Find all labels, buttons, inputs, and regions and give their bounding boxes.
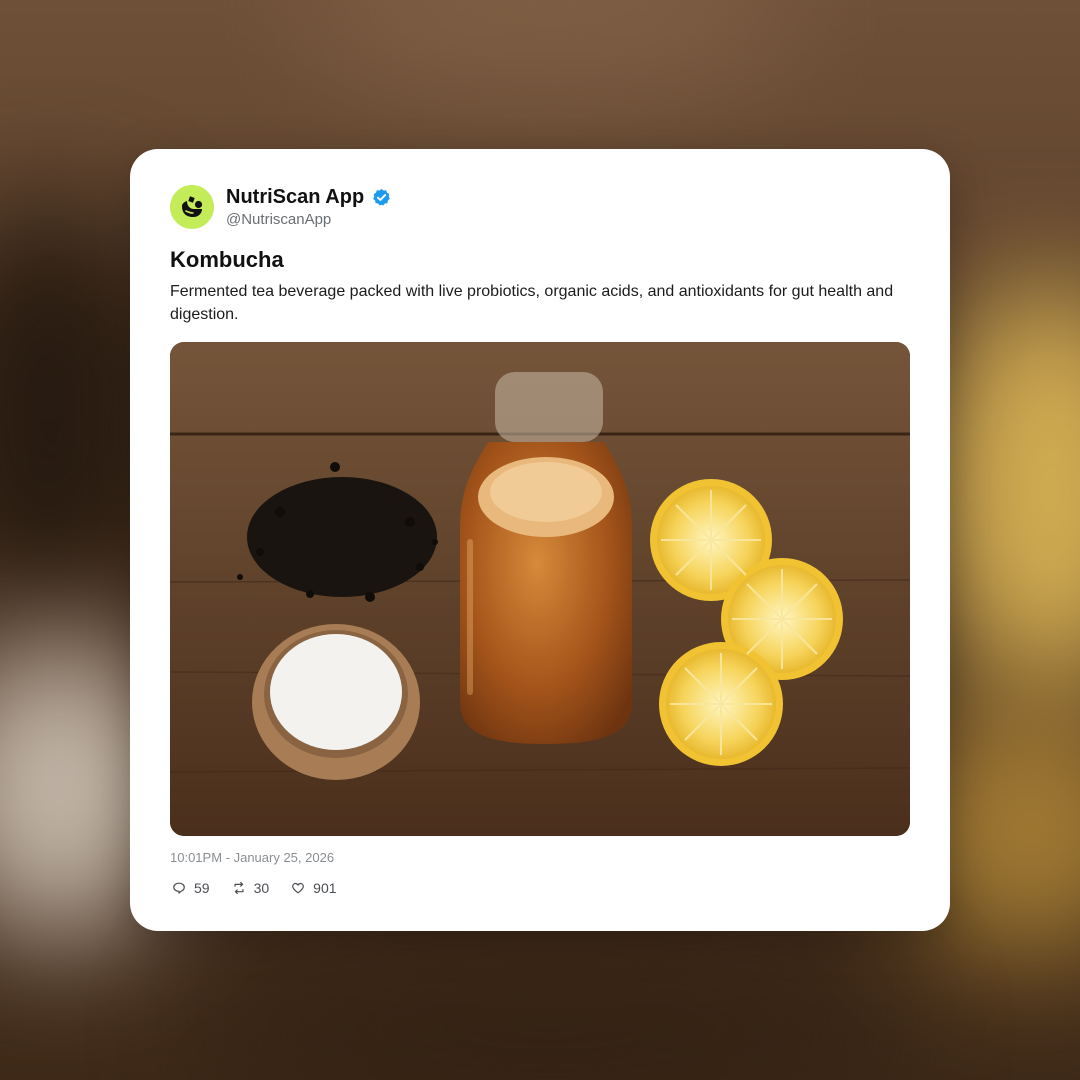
- post-title: Kombucha: [170, 247, 284, 272]
- reply-count: 59: [194, 880, 210, 896]
- engagement-stats: 59 30 901: [172, 880, 337, 896]
- avatar[interactable]: [170, 185, 214, 229]
- kombucha-ingredients-photo[interactable]: [170, 342, 910, 836]
- reply-button[interactable]: 59: [172, 880, 210, 896]
- post-description: Fermented tea beverage packed with live …: [170, 283, 894, 323]
- verified-badge-icon: [373, 188, 391, 205]
- post-card: NutriScan App @NutriscanApp Kombucha Fer…: [130, 149, 950, 931]
- author-name[interactable]: NutriScan App: [226, 186, 364, 209]
- like-count: 901: [313, 880, 337, 896]
- post-timestamp: 10:01PM - January 25, 2026: [170, 850, 335, 865]
- author-handle[interactable]: @NutriscanApp: [226, 211, 331, 228]
- repost-count: 30: [253, 880, 270, 896]
- reply-icon: [173, 882, 185, 894]
- like-button[interactable]: 901: [291, 880, 337, 896]
- photo-illustration: [170, 342, 910, 836]
- heart-icon: [292, 882, 305, 894]
- leaf-logo-icon: [182, 196, 203, 217]
- repost-button[interactable]: 30: [232, 880, 270, 896]
- repost-icon: [234, 881, 244, 895]
